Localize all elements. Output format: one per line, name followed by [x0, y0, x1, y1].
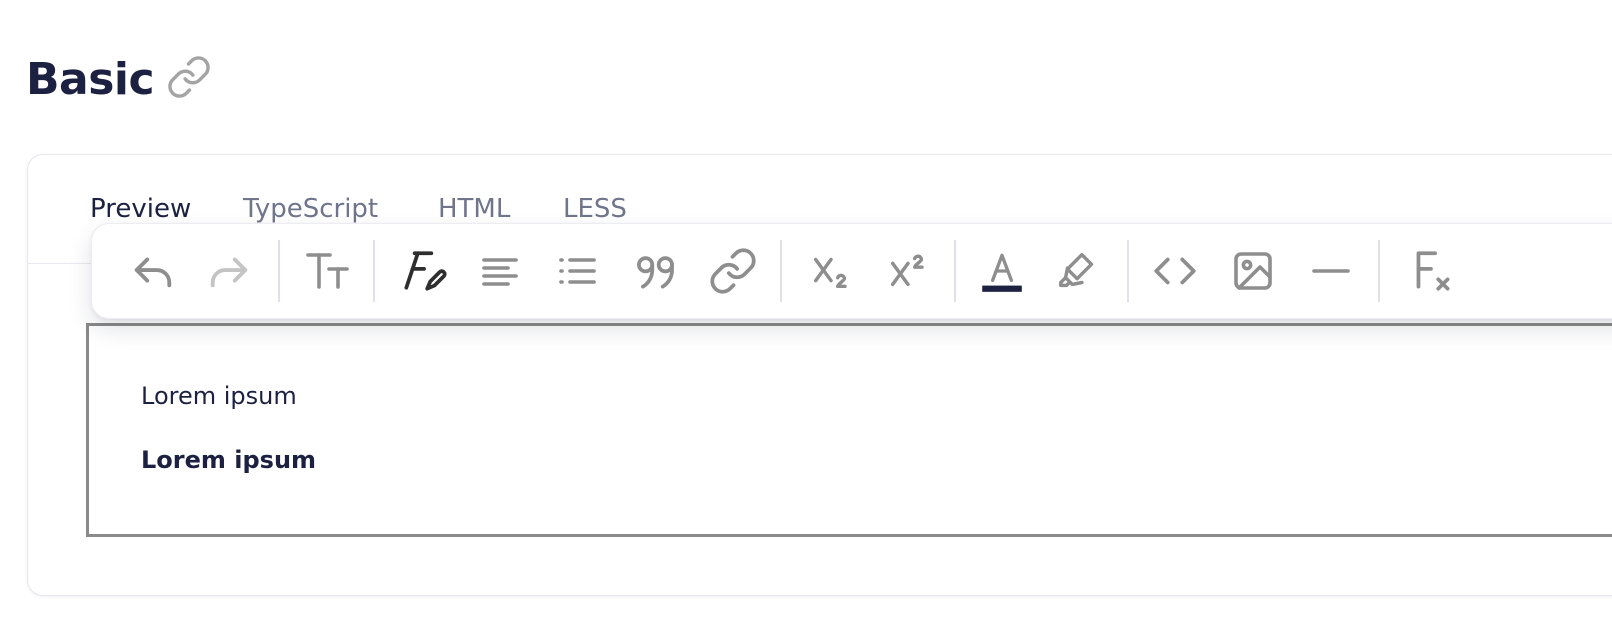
toolbar-divider — [954, 240, 956, 302]
subscript-icon — [813, 257, 847, 289]
bullet-list-icon — [559, 258, 596, 284]
editor-paragraph-bold[interactable]: Lorem ipsum — [141, 446, 316, 474]
code-button[interactable] — [1144, 240, 1206, 302]
align-button[interactable] — [469, 240, 531, 302]
text-color-swatch — [982, 285, 1022, 292]
superscript-icon — [890, 254, 924, 287]
editor-paragraph[interactable]: Lorem ipsum — [141, 382, 297, 410]
font-style-button[interactable] — [392, 240, 454, 302]
undo-icon — [134, 257, 172, 288]
toolbar-divider — [278, 240, 280, 302]
font-style-icon — [404, 251, 447, 291]
tab-html[interactable]: HTML — [438, 191, 510, 227]
redo-button[interactable] — [198, 240, 260, 302]
highlighter-icon — [1059, 252, 1094, 288]
link-icon — [710, 248, 756, 294]
undo-button[interactable] — [122, 240, 184, 302]
editor-content[interactable]: Lorem ipsum Lorem ipsum — [86, 323, 1612, 537]
font-size-icon — [306, 253, 349, 289]
toolbar-divider — [373, 240, 375, 302]
tab-preview[interactable]: Preview — [90, 191, 191, 227]
insert-link-button[interactable] — [702, 240, 764, 302]
insert-image-button[interactable] — [1222, 240, 1284, 302]
editor-toolbar — [91, 223, 1612, 319]
superscript-button[interactable] — [877, 240, 939, 302]
quote-icon — [637, 256, 674, 289]
anchor-link-icon[interactable] — [166, 54, 212, 100]
text-color-button[interactable] — [971, 240, 1033, 302]
redo-icon — [210, 257, 248, 288]
toolbar-divider — [1127, 240, 1129, 302]
align-left-icon — [482, 258, 518, 286]
tab-typescript[interactable]: TypeScript — [243, 191, 378, 227]
bullet-list-button[interactable] — [547, 240, 609, 302]
horizontal-rule-icon — [1312, 269, 1350, 273]
toolbar-divider — [1378, 240, 1380, 302]
blockquote-button[interactable] — [625, 240, 687, 302]
page: Basic Preview TypeScript HTML LESS Lorem… — [0, 0, 1612, 618]
section-heading: Basic — [26, 52, 212, 108]
section-title: Basic — [26, 54, 155, 105]
font-size-button[interactable] — [296, 240, 358, 302]
subscript-button[interactable] — [800, 240, 862, 302]
image-icon — [1234, 252, 1272, 290]
clear-formatting-button[interactable] — [1401, 240, 1463, 302]
toolbar-divider — [780, 240, 782, 302]
clear-formatting-icon — [1416, 251, 1450, 291]
highlight-button[interactable] — [1048, 240, 1110, 302]
tab-less[interactable]: LESS — [563, 191, 627, 227]
code-icon — [1154, 257, 1196, 285]
text-color-icon — [982, 253, 1022, 292]
horizontal-rule-button[interactable] — [1300, 240, 1362, 302]
